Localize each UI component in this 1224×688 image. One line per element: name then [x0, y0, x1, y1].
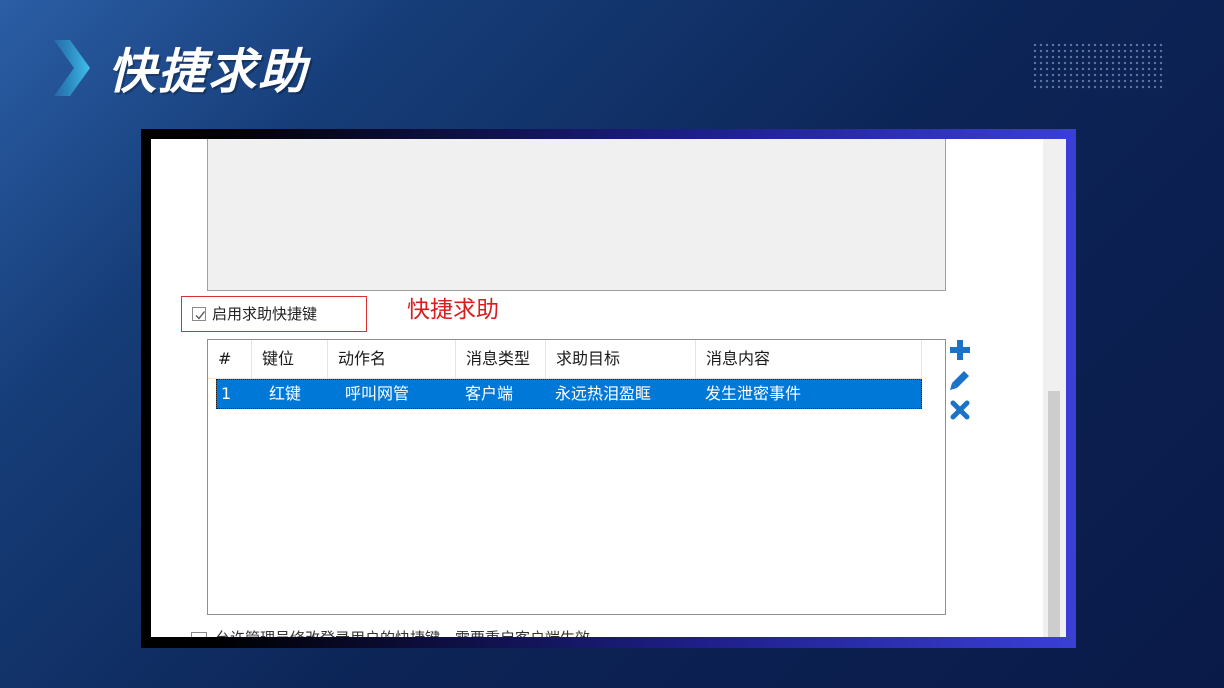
column-header-msg-type[interactable]: 消息类型: [456, 340, 546, 378]
column-header-key[interactable]: 键位: [252, 340, 328, 378]
screenshot-frame: 启用求助快捷键 快捷求助 # 键位 动作名 消息类型 求助目标 消息内容 1 红…: [141, 129, 1076, 648]
decorative-dot-grid: [1032, 42, 1166, 90]
bottom-option-label[interactable]: 允许管理员修改登录用户的快捷键，需要重启客户端生效: [215, 628, 590, 637]
cell-content: 发生泄密事件: [705, 384, 802, 403]
table-row[interactable]: 1 红键 呼叫网管 客户端 永远热泪盈眶 发生泄密事件: [216, 379, 922, 409]
x-icon[interactable]: [948, 398, 972, 422]
hotkey-table: # 键位 动作名 消息类型 求助目标 消息内容 1 红键 呼叫网管 客户端 永远…: [207, 339, 946, 615]
pencil-icon[interactable]: [948, 368, 972, 392]
checkmark-icon: [195, 311, 206, 320]
cell-action: 呼叫网管: [345, 384, 410, 403]
cell-target: 永远热泪盈眶: [555, 384, 652, 403]
annotation-label: 快捷求助: [407, 297, 499, 323]
cell-key: 红键: [269, 384, 302, 403]
enable-hotkey-label[interactable]: 启用求助快捷键: [212, 303, 317, 325]
vertical-scrollbar[interactable]: [1043, 139, 1066, 637]
chevron-right-icon: [54, 40, 90, 96]
table-header: # 键位 动作名 消息类型 求助目标 消息内容: [208, 340, 922, 379]
enable-hotkey-checkbox[interactable]: [192, 307, 206, 321]
plus-icon[interactable]: [948, 338, 972, 362]
cell-index: 1: [221, 384, 232, 403]
scrollbar-thumb[interactable]: [1048, 391, 1060, 637]
upper-list-panel: [207, 139, 946, 291]
cell-msg-type: 客户端: [465, 384, 514, 403]
column-header-target[interactable]: 求助目标: [546, 340, 696, 378]
column-header-action[interactable]: 动作名: [328, 340, 456, 378]
slide-title: 快捷求助: [108, 44, 309, 100]
column-header-content[interactable]: 消息内容: [696, 340, 922, 378]
settings-window: 启用求助快捷键 快捷求助 # 键位 动作名 消息类型 求助目标 消息内容 1 红…: [151, 139, 1066, 637]
bottom-option-checkbox[interactable]: [191, 632, 207, 637]
column-header-index[interactable]: #: [208, 340, 252, 378]
